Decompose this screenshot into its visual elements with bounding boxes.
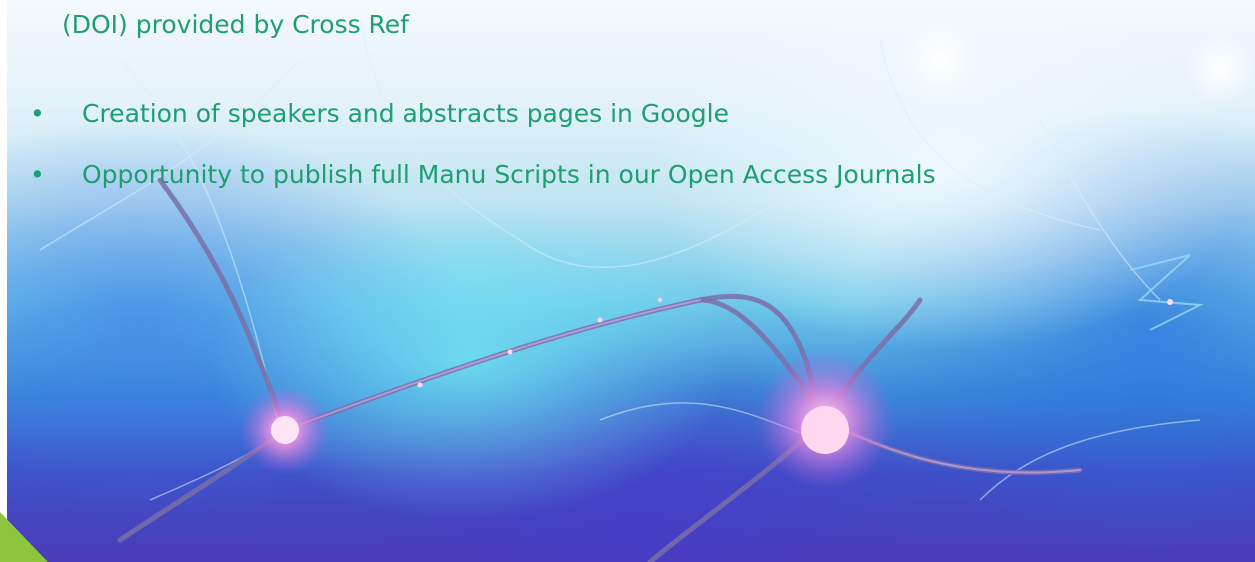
corner-accent-triangle <box>0 512 48 562</box>
bullet-icon: • <box>30 99 45 128</box>
bullet-list: (DOI) provided by Cross Ref • Creation o… <box>0 0 1255 562</box>
list-item: Opportunity to publish full Manu Scripts… <box>82 160 936 189</box>
slide: (DOI) provided by Cross Ref • Creation o… <box>0 0 1255 562</box>
list-item: Creation of speakers and abstracts pages… <box>82 99 729 128</box>
bullet-icon: • <box>30 160 45 189</box>
list-item-continuation: (DOI) provided by Cross Ref <box>62 10 409 39</box>
